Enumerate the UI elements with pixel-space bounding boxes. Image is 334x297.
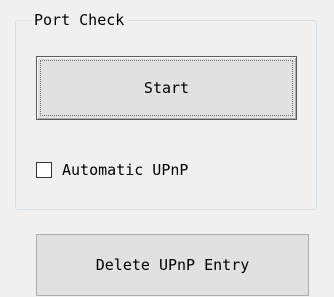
delete-upnp-entry-button[interactable]: Delete UPnP Entry xyxy=(36,234,309,296)
delete-upnp-entry-label: Delete UPnP Entry xyxy=(95,256,250,274)
automatic-upnp-option[interactable]: Automatic UPnP xyxy=(36,158,188,182)
automatic-upnp-label[interactable]: Automatic UPnP xyxy=(62,160,188,180)
focus-rectangle xyxy=(40,60,293,116)
port-check-title: Port Check xyxy=(31,10,128,30)
automatic-upnp-checkbox[interactable] xyxy=(36,162,52,178)
start-button[interactable]: Start xyxy=(36,56,297,120)
